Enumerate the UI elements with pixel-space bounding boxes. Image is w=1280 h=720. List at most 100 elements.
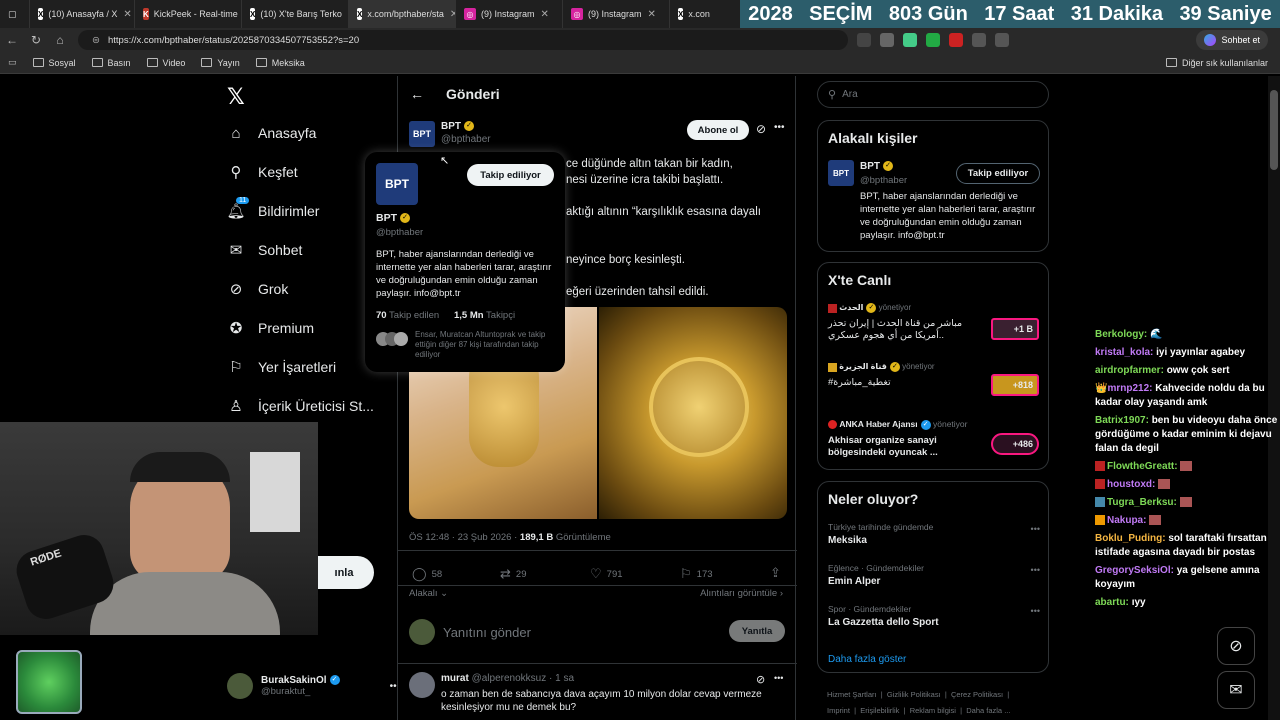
- more-icon[interactable]: •••: [1031, 524, 1040, 534]
- following-stat[interactable]: 70 Takip edilen: [376, 310, 439, 321]
- trend-item[interactable]: Türkiye tarihinde gündemde Meksika •••: [828, 522, 1040, 546]
- bookmark-folder[interactable]: Meksika: [255, 58, 305, 68]
- close-icon[interactable]: ✕: [541, 9, 549, 20]
- following-button[interactable]: Takip ediliyor: [467, 164, 554, 186]
- footer-link[interactable]: Gizlilik Politikası: [887, 690, 941, 699]
- show-more-link[interactable]: Daha fazla göster: [828, 654, 906, 665]
- messages-float-icon[interactable]: ✉: [1217, 671, 1255, 709]
- tab-7[interactable]: Xx.con: [670, 0, 710, 28]
- footer-link[interactable]: Erişilebilirlik: [860, 706, 899, 715]
- trend-item[interactable]: Eğlence · Gündemdekiler Emin Alper •••: [828, 563, 1040, 587]
- footer-link[interactable]: Imprint: [827, 706, 850, 715]
- live-item[interactable]: ANKA Haber Ajansı ✓ yönetiyor Akhisar org…: [828, 419, 1043, 459]
- extension-icon[interactable]: [972, 33, 986, 47]
- footer-link[interactable]: Hizmet Şartları: [827, 690, 877, 699]
- nav-premium[interactable]: ✪ Premium: [228, 320, 314, 337]
- view-quotes-link[interactable]: Alıntıları görüntüle ›: [700, 588, 783, 599]
- close-icon[interactable]: ✕: [648, 9, 656, 20]
- countdown-year: 2028: [748, 2, 793, 25]
- extension-icon[interactable]: [857, 33, 871, 47]
- related-avatar[interactable]: BPT: [828, 160, 854, 186]
- nav-creator-studio[interactable]: ♙ İçerik Üreticisi St...: [228, 398, 374, 415]
- hovercard-avatar[interactable]: BPT: [376, 163, 418, 205]
- subscribe-button[interactable]: Abone ol: [687, 120, 749, 140]
- reply-button[interactable]: Yanıtla: [729, 620, 785, 642]
- other-bookmarks[interactable]: Diğer sık kullanılanlar: [1165, 58, 1268, 68]
- reload-icon[interactable]: ↻: [24, 33, 48, 47]
- account-switcher[interactable]: BurakSakinOl ✓ @buraktut_ •••: [227, 673, 400, 699]
- nav-explore[interactable]: ⚲ Keşfet: [228, 164, 298, 181]
- reply-author-handle[interactable]: @alperenokksuz · 1 sa: [472, 673, 574, 684]
- tab-actions-icon[interactable]: ▢: [0, 0, 30, 28]
- like-action[interactable]: ♡ 791: [590, 566, 623, 582]
- back-icon[interactable]: ←: [0, 33, 24, 47]
- trend-item[interactable]: Spor · Gündemdekiler La Gazzetta dello S…: [828, 604, 1040, 628]
- extension-icon[interactable]: [926, 33, 940, 47]
- avatar[interactable]: [409, 672, 435, 698]
- bookmark-folder[interactable]: Video: [146, 58, 185, 68]
- close-icon[interactable]: ✕: [123, 9, 131, 20]
- back-arrow-icon[interactable]: ←: [410, 86, 424, 102]
- nav-bookmarks[interactable]: ⚐ Yer İşaretleri: [228, 359, 336, 376]
- nav-chat[interactable]: ✉ Sohbet: [228, 242, 303, 259]
- extension-icon[interactable]: [949, 33, 963, 47]
- tab-5[interactable]: ◎ (9) Instagram ✕: [456, 0, 563, 28]
- gold-coin-photo[interactable]: [599, 307, 787, 519]
- nav-grok[interactable]: ⊘ Grok: [228, 281, 289, 298]
- bookmark-folder[interactable]: Basın: [91, 58, 131, 68]
- extension-icon[interactable]: [903, 33, 917, 47]
- hovercard-name-row[interactable]: BPT ✓: [376, 212, 410, 224]
- x-logo-icon[interactable]: 𝕏: [227, 84, 245, 110]
- hovercard-handle[interactable]: @bpthaber: [376, 227, 423, 238]
- bookmark-folder[interactable]: Sosyal: [32, 58, 76, 68]
- live-item[interactable]: الحدث ✓ yönetiyor مباشر من قناة الحدث | إ…: [828, 303, 1043, 342]
- more-icon[interactable]: •••: [1031, 565, 1040, 575]
- live-item[interactable]: قناة الجزيرة ✓ yönetiyor #تغطية_مباشرة +8…: [828, 362, 1043, 396]
- share-icon[interactable]: ⇪: [770, 565, 781, 581]
- chat-message: kristal_kola: iyi yayınlar agabey: [1095, 346, 1280, 360]
- reply-input[interactable]: Yanıtını gönder: [443, 625, 531, 640]
- followed-by-text[interactable]: Ensar, Muratcan Altuntoprak ve takip ett…: [415, 330, 555, 360]
- repost-action[interactable]: ⇄ 29: [500, 566, 526, 582]
- reply-action[interactable]: ◯ 58: [412, 566, 442, 582]
- related-following-button[interactable]: Takip ediliyor: [956, 163, 1040, 184]
- author-handle[interactable]: @bpthaber: [441, 134, 491, 145]
- copilot-chat-button[interactable]: Sohbet et: [1196, 30, 1268, 50]
- grok-icon[interactable]: ⊘: [756, 122, 766, 136]
- more-icon[interactable]: •••: [774, 673, 783, 683]
- related-name-row[interactable]: BPT ✓: [860, 161, 893, 172]
- scrollbar-thumb[interactable]: [1270, 90, 1278, 170]
- extension-icon[interactable]: [880, 33, 894, 47]
- home-icon[interactable]: ⌂: [48, 33, 72, 47]
- nav-notifications[interactable]: 🔔︎ 11 Bildirimler: [226, 197, 319, 220]
- tab-2[interactable]: KKickPeek - Real-time✕: [135, 0, 242, 28]
- bookmark-folder[interactable]: Yayın: [201, 58, 240, 68]
- author-name-row[interactable]: BPT ✓: [441, 121, 474, 132]
- followers-stat[interactable]: 1,5 Mn Takipçi: [454, 310, 515, 321]
- footer-link[interactable]: Daha fazla ...: [966, 706, 1010, 715]
- bookmark-action[interactable]: ⚐ 173: [680, 566, 713, 582]
- url-field[interactable]: ⊜ https://x.com/bpthaber/status/20258703…: [78, 30, 848, 50]
- footer-link[interactable]: Reklam bilgisi: [910, 706, 956, 715]
- more-icon[interactable]: •••: [1031, 606, 1040, 616]
- search-input[interactable]: ⚲ Ara: [817, 81, 1049, 108]
- footer-link[interactable]: Çerez Politikası: [951, 690, 1003, 699]
- tab-3[interactable]: X(10) X'te Barış Terko✕: [242, 0, 349, 28]
- sort-dropdown[interactable]: Alakalı ⌄: [409, 588, 448, 599]
- grok-icon[interactable]: ⊘: [756, 673, 765, 686]
- tab-1[interactable]: X (10) Anasayfa / X ✕: [30, 0, 135, 28]
- site-info-icon[interactable]: ⊜: [92, 35, 100, 46]
- author-avatar[interactable]: BPT: [409, 121, 435, 147]
- tab-4-active[interactable]: Xx.com/bpthaber/sta✕: [349, 0, 456, 28]
- related-handle[interactable]: @bpthaber: [860, 175, 907, 186]
- more-icon[interactable]: •••: [774, 122, 785, 133]
- post-time[interactable]: ÖS 12:48 · 23 Şub 2026 ·: [409, 532, 517, 543]
- tab-6[interactable]: ◎ (9) Instagram ✕: [563, 0, 670, 28]
- extension-icon[interactable]: [995, 33, 1009, 47]
- channel-logo-icon: [828, 362, 837, 372]
- post-text-line: nesi üzerine icra takibi başlattı.: [566, 174, 724, 186]
- grok-float-icon[interactable]: ⊘: [1217, 627, 1255, 665]
- reply-author-name[interactable]: murat: [441, 673, 469, 684]
- nav-home[interactable]: ⌂ Anasayfa: [228, 125, 316, 142]
- bookmark-list-icon[interactable]: ▭: [8, 57, 17, 68]
